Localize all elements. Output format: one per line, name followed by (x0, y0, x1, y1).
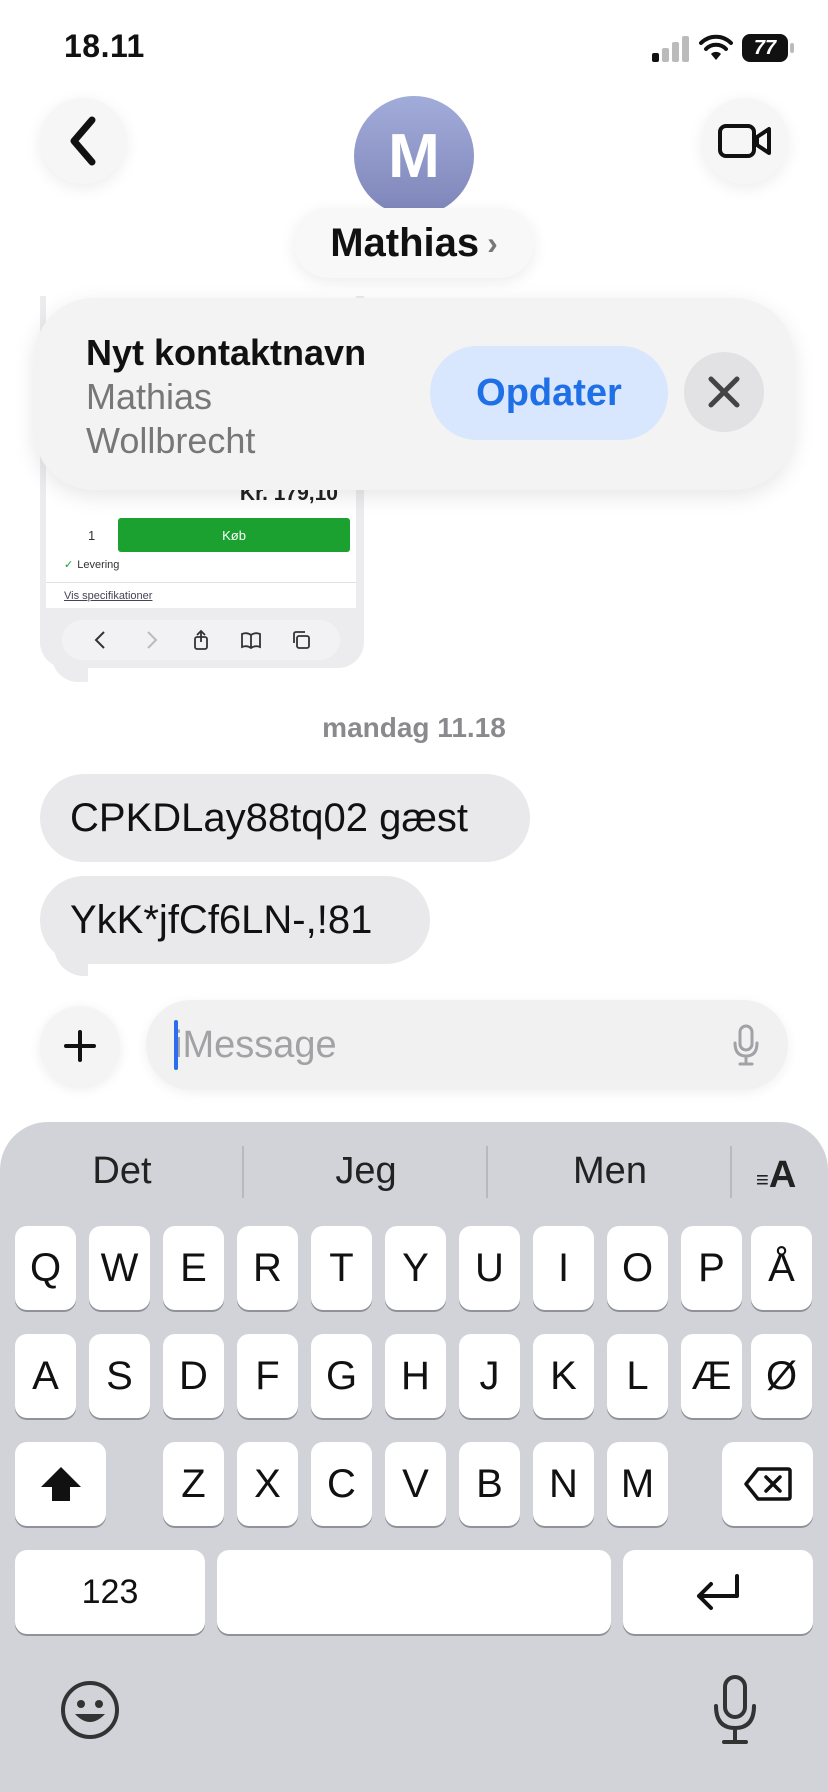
keyboard: Det Jeg Men ≡A Q W E R T Y U I O P Å A S… (0, 1122, 828, 1792)
key-ae[interactable]: Æ (681, 1334, 742, 1418)
return-arrow-icon (697, 1574, 739, 1610)
battery-indicator: 77 (742, 34, 794, 62)
shift-key[interactable] (15, 1442, 106, 1526)
close-button[interactable] (684, 352, 764, 432)
status-time: 18.11 (64, 28, 145, 64)
key-p[interactable]: P (681, 1226, 742, 1310)
key-a[interactable]: A (15, 1334, 76, 1418)
key-d[interactable]: D (163, 1334, 224, 1418)
close-x-icon (708, 376, 740, 408)
key-w[interactable]: W (89, 1226, 150, 1310)
check-icon: ✓ (64, 559, 74, 571)
suggestion-item[interactable]: Jeg (246, 1150, 486, 1193)
format-label: A (768, 1154, 797, 1196)
key-z[interactable]: Z (163, 1442, 224, 1526)
back-button[interactable] (40, 98, 126, 184)
key-oslash[interactable]: Ø (751, 1334, 812, 1418)
new-contact-name-banner: Nyt kontaktnavn Mathias Wollbrecht Opdat… (34, 298, 794, 490)
avatar[interactable]: M (354, 96, 474, 216)
back-arrow-icon (94, 631, 105, 649)
browser-toolbar (62, 620, 340, 660)
key-v[interactable]: V (385, 1442, 446, 1526)
shift-arrow-icon (40, 1467, 81, 1501)
text-cursor (174, 1020, 178, 1070)
banner-title: Nyt kontaktnavn (86, 332, 367, 373)
plus-icon (64, 1030, 96, 1062)
key-c[interactable]: C (311, 1442, 372, 1526)
chevron-left-icon (70, 116, 96, 166)
suggestion-divider (486, 1146, 488, 1198)
microphone-icon[interactable] (732, 1024, 760, 1066)
key-x[interactable]: X (237, 1442, 298, 1526)
key-t[interactable]: T (311, 1226, 372, 1310)
key-f[interactable]: F (237, 1334, 298, 1418)
delivery-text: ✓ Levering (64, 558, 119, 571)
banner-name-last: Wollbrecht (86, 420, 256, 461)
numbers-key[interactable]: 123 (15, 1550, 205, 1634)
suggestion-item[interactable]: Men (490, 1150, 730, 1193)
key-s[interactable]: S (89, 1334, 150, 1418)
key-aring[interactable]: Å (751, 1226, 812, 1310)
input-placeholder: iMessage (174, 1024, 337, 1066)
suggestion-item[interactable]: Det (2, 1150, 242, 1193)
buy-button: Køb (118, 518, 350, 552)
key-u[interactable]: U (459, 1226, 520, 1310)
quantity-text: 1 (88, 528, 96, 543)
suggestion-bar: Det Jeg Men ≡A (0, 1122, 828, 1222)
delete-key[interactable] (722, 1442, 813, 1526)
contact-name-button[interactable]: Mathias › (294, 208, 534, 278)
chevron-right-icon: › (487, 224, 498, 261)
suggestion-divider (242, 1146, 244, 1198)
key-g[interactable]: G (311, 1334, 372, 1418)
message-bubble[interactable]: YkK*jfCf6LN-,!81 (40, 876, 430, 964)
specs-link: Vis specifikationer (64, 590, 153, 602)
contact-name: Mathias (330, 220, 480, 265)
message-timestamp: mandag 11.18 (322, 712, 506, 743)
key-i[interactable]: I (533, 1226, 594, 1310)
return-key[interactable] (623, 1550, 813, 1634)
microphone-icon[interactable] (710, 1674, 760, 1746)
key-e[interactable]: E (163, 1226, 224, 1310)
key-m[interactable]: M (607, 1442, 668, 1526)
key-n[interactable]: N (533, 1442, 594, 1526)
key-y[interactable]: Y (385, 1226, 446, 1310)
battery-tip (790, 43, 794, 53)
share-icon (194, 629, 208, 650)
space-key[interactable] (217, 1550, 611, 1634)
message-bubble[interactable]: CPKDLay88tq02 gæst (40, 774, 530, 862)
key-k[interactable]: K (533, 1334, 594, 1418)
key-q[interactable]: Q (15, 1226, 76, 1310)
key-h[interactable]: H (385, 1334, 446, 1418)
backspace-icon (743, 1467, 792, 1501)
tabs-icon (293, 631, 310, 649)
add-attachment-button[interactable] (40, 1006, 120, 1086)
suggestion-divider (730, 1146, 732, 1198)
update-button[interactable]: Opdater (430, 346, 668, 440)
video-call-button[interactable] (702, 98, 788, 184)
message-input[interactable]: iMessage (146, 1000, 788, 1090)
forward-arrow-icon (147, 631, 158, 649)
bookmarks-icon (241, 632, 261, 650)
cellular-signal-icon (652, 36, 689, 62)
video-camera-icon (718, 124, 771, 158)
key-r[interactable]: R (237, 1226, 298, 1310)
text-format-icon[interactable]: ≡A (756, 1154, 796, 1197)
status-bar: 18.11 77 (0, 0, 828, 100)
delivery-label: Levering (77, 559, 120, 571)
emoji-face-icon[interactable] (58, 1678, 122, 1742)
wifi-icon (699, 34, 733, 60)
key-o[interactable]: O (607, 1226, 668, 1310)
banner-name-first: Mathias (86, 376, 213, 417)
battery-level: 77 (742, 34, 788, 62)
key-b[interactable]: B (459, 1442, 520, 1526)
key-l[interactable]: L (607, 1334, 668, 1418)
divider (46, 582, 356, 583)
key-j[interactable]: J (459, 1334, 520, 1418)
